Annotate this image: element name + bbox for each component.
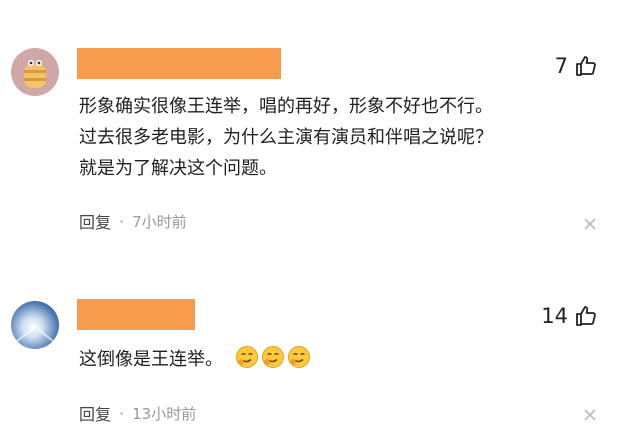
- comment-line: 就是为了解决这个问题。: [79, 158, 277, 179]
- thumbs-up-icon: [576, 306, 596, 326]
- username-redacted[interactable]: [77, 48, 281, 79]
- separator-dot: ·: [119, 403, 125, 423]
- separator-dot: ·: [119, 211, 125, 231]
- comment-line: 过去很多老电影，为什么主演有演员和伴唱之说呢？: [79, 127, 493, 148]
- reply-button[interactable]: 回复: [79, 209, 111, 233]
- comment-text: 形象确实很像王连举，唱的再好，形象不好也不行。 过去很多老电影，为什么主演有演员…: [79, 91, 599, 184]
- smirk-emoji-icon: [261, 346, 284, 368]
- comment-line: 这倒像是王连举。: [79, 349, 223, 370]
- avatar[interactable]: [11, 48, 59, 96]
- like-button[interactable]: 14: [541, 304, 598, 328]
- timestamp: 13小时前: [132, 404, 197, 423]
- reply-button[interactable]: 回复: [79, 401, 111, 425]
- timestamp: 7小时前: [132, 212, 187, 231]
- close-icon[interactable]: [582, 407, 598, 423]
- close-icon[interactable]: [582, 216, 598, 232]
- smirk-emoji-icon: [287, 346, 310, 368]
- comment-item: 7 形象确实很像王连举，唱的再好，形象不好也不行。 过去很多老电影，为什么主演有…: [0, 0, 638, 260]
- comment-item: 14 这倒像是王连举。 回复 · 13小时前: [0, 260, 638, 448]
- comment-line: 形象确实很像王连举，唱的再好，形象不好也不行。: [79, 96, 493, 117]
- comment-footer: 回复 · 13小时前: [79, 401, 196, 425]
- like-button[interactable]: 7: [555, 54, 598, 78]
- like-count: 14: [541, 304, 568, 328]
- username-redacted[interactable]: [77, 299, 195, 330]
- emoji-group: [235, 345, 311, 369]
- avatar[interactable]: [11, 301, 59, 349]
- thumbs-up-icon: [576, 56, 596, 76]
- smirk-emoji-icon: [235, 346, 258, 368]
- comment-text: 这倒像是王连举。: [79, 344, 599, 375]
- comment-footer: 回复 · 7小时前: [79, 209, 187, 233]
- like-count: 7: [554, 54, 568, 78]
